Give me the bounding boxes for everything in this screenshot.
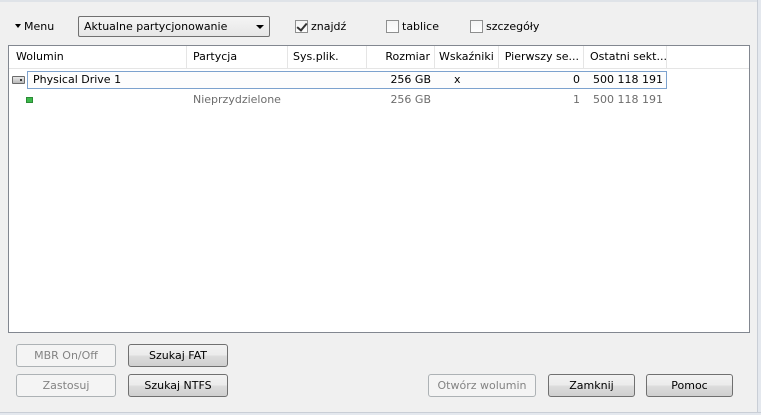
- help-button[interactable]: Pomoc: [646, 374, 733, 397]
- view-select[interactable]: Aktualne partycjonowanie: [78, 16, 270, 37]
- tables-checkbox[interactable]: tablice: [386, 19, 439, 34]
- cell-first-sector: 0: [573, 73, 580, 86]
- search-ntfs-button[interactable]: Szukaj NTFS: [128, 374, 228, 397]
- column-header-volume[interactable]: Wolumin: [9, 46, 187, 68]
- open-volume-button[interactable]: Otwórz wolumin: [428, 374, 536, 397]
- checkbox-checked-icon[interactable]: [295, 19, 308, 33]
- column-header-filesystem[interactable]: Sys.plik.: [288, 46, 367, 68]
- list-header: Wolumin Partycja Sys.plik. Rozmiar Wskaź…: [9, 46, 749, 69]
- chevron-down-icon: [256, 25, 264, 29]
- cell-flags: x: [454, 73, 461, 86]
- view-select-value: Aktualne partycjonowanie: [84, 20, 228, 33]
- search-fat-button[interactable]: Szukaj FAT: [128, 344, 228, 367]
- mbr-onoff-button[interactable]: MBR On/Off: [16, 344, 116, 367]
- checkbox-unchecked-icon[interactable]: [470, 19, 483, 33]
- details-checkbox-label: szczegóły: [486, 20, 540, 33]
- partition-list[interactable]: Wolumin Partycja Sys.plik. Rozmiar Wskaź…: [8, 45, 750, 333]
- column-header-size[interactable]: Rozmiar: [367, 46, 435, 68]
- cell-partition: Nieprzydzielone: [193, 93, 281, 106]
- menu-triangle-icon: [15, 24, 21, 28]
- close-button[interactable]: Zamknij: [548, 374, 635, 397]
- menu-label: Menu: [24, 20, 55, 33]
- cell-volume: Physical Drive 1: [33, 73, 122, 86]
- cell-size: 256 GB: [390, 73, 431, 86]
- apply-button[interactable]: Zastosuj: [16, 374, 116, 397]
- find-checkbox[interactable]: znajdź: [295, 19, 346, 34]
- column-header-partition[interactable]: Partycja: [187, 46, 288, 68]
- partition-icon: [26, 97, 33, 103]
- cell-last-sector: 500 118 191: [593, 93, 663, 106]
- window-frame-top: [0, 0, 761, 2]
- find-checkbox-label: znajdź: [311, 20, 347, 33]
- cell-last-sector: 500 118 191: [593, 73, 663, 86]
- column-header-first-sector[interactable]: Pierwszy se...: [499, 46, 584, 68]
- menu-button[interactable]: Menu: [15, 18, 54, 36]
- window-frame-right: [757, 0, 761, 415]
- cell-first-sector: 1: [573, 93, 580, 106]
- drive-icon: [12, 76, 25, 84]
- table-row[interactable]: Nieprzydzielone 256 GB 1 500 118 191: [9, 91, 749, 109]
- details-checkbox[interactable]: szczegóły: [470, 19, 539, 34]
- tables-checkbox-label: tablice: [402, 20, 439, 33]
- checkbox-unchecked-icon[interactable]: [386, 19, 399, 33]
- column-header-last-sector[interactable]: Ostatni sekt...: [584, 46, 667, 68]
- column-header-flags[interactable]: Wskaźniki: [435, 46, 499, 68]
- cell-size: 256 GB: [390, 93, 431, 106]
- table-row[interactable]: Physical Drive 1 256 GB x 0 500 118 191: [9, 71, 749, 89]
